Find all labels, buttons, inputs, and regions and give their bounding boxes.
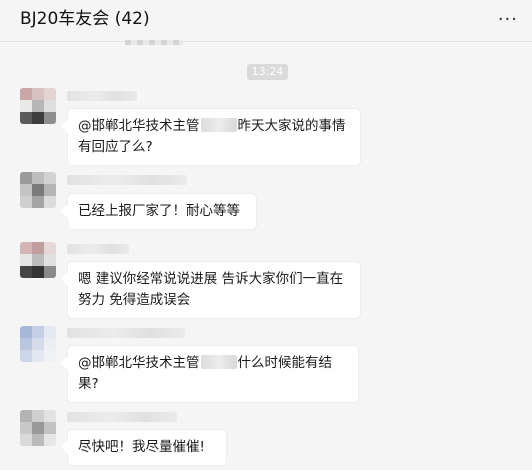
message-text: 已经上报厂家了！耐心等等 — [78, 203, 240, 219]
time-stamp: 13:24 — [247, 64, 288, 80]
chat-title: BJ20车友会 (42) — [20, 9, 150, 29]
sender-name — [67, 91, 137, 101]
message-bubble[interactable]: 嗯 建议你经常说说进展 告诉大家你们一直在努力 免得造成误会 — [68, 262, 360, 318]
avatar[interactable] — [20, 172, 56, 208]
message-bubble[interactable]: 尽快吧！我尽量催催! — [68, 430, 226, 465]
avatar[interactable] — [20, 242, 56, 278]
redacted-text — [200, 118, 237, 132]
avatar[interactable] — [20, 326, 56, 362]
avatar[interactable] — [20, 88, 56, 124]
mention-text[interactable]: @邯郸北华技术主管 — [78, 118, 200, 134]
message-bubble[interactable]: @邯郸北华技术主管 什么时候能有结果? — [68, 346, 358, 402]
message-bubble[interactable]: @邯郸北华技术主管 昨天大家说的事情有回应了么? — [68, 109, 360, 165]
message-bubble[interactable]: 已经上报厂家了！耐心等等 — [68, 194, 256, 229]
partial-message-peek — [125, 40, 183, 45]
avatar[interactable] — [20, 410, 56, 446]
chat-scrollbar[interactable] — [524, 50, 529, 450]
redacted-text — [200, 355, 237, 369]
chat-titlebar: BJ20车友会 (42) ··· — [0, 0, 532, 42]
message-text: 嗯 建议你经常说说进展 告诉大家你们一直在努力 免得造成误会 — [78, 271, 344, 308]
sender-name — [67, 244, 129, 254]
message-text: 尽快吧！我尽量催催! — [78, 439, 205, 455]
sender-name — [67, 175, 187, 185]
sender-name — [67, 412, 177, 422]
sender-name — [67, 328, 185, 338]
mention-text[interactable]: @邯郸北华技术主管 — [78, 355, 200, 371]
more-horizontal-icon[interactable]: ··· — [498, 9, 518, 30]
